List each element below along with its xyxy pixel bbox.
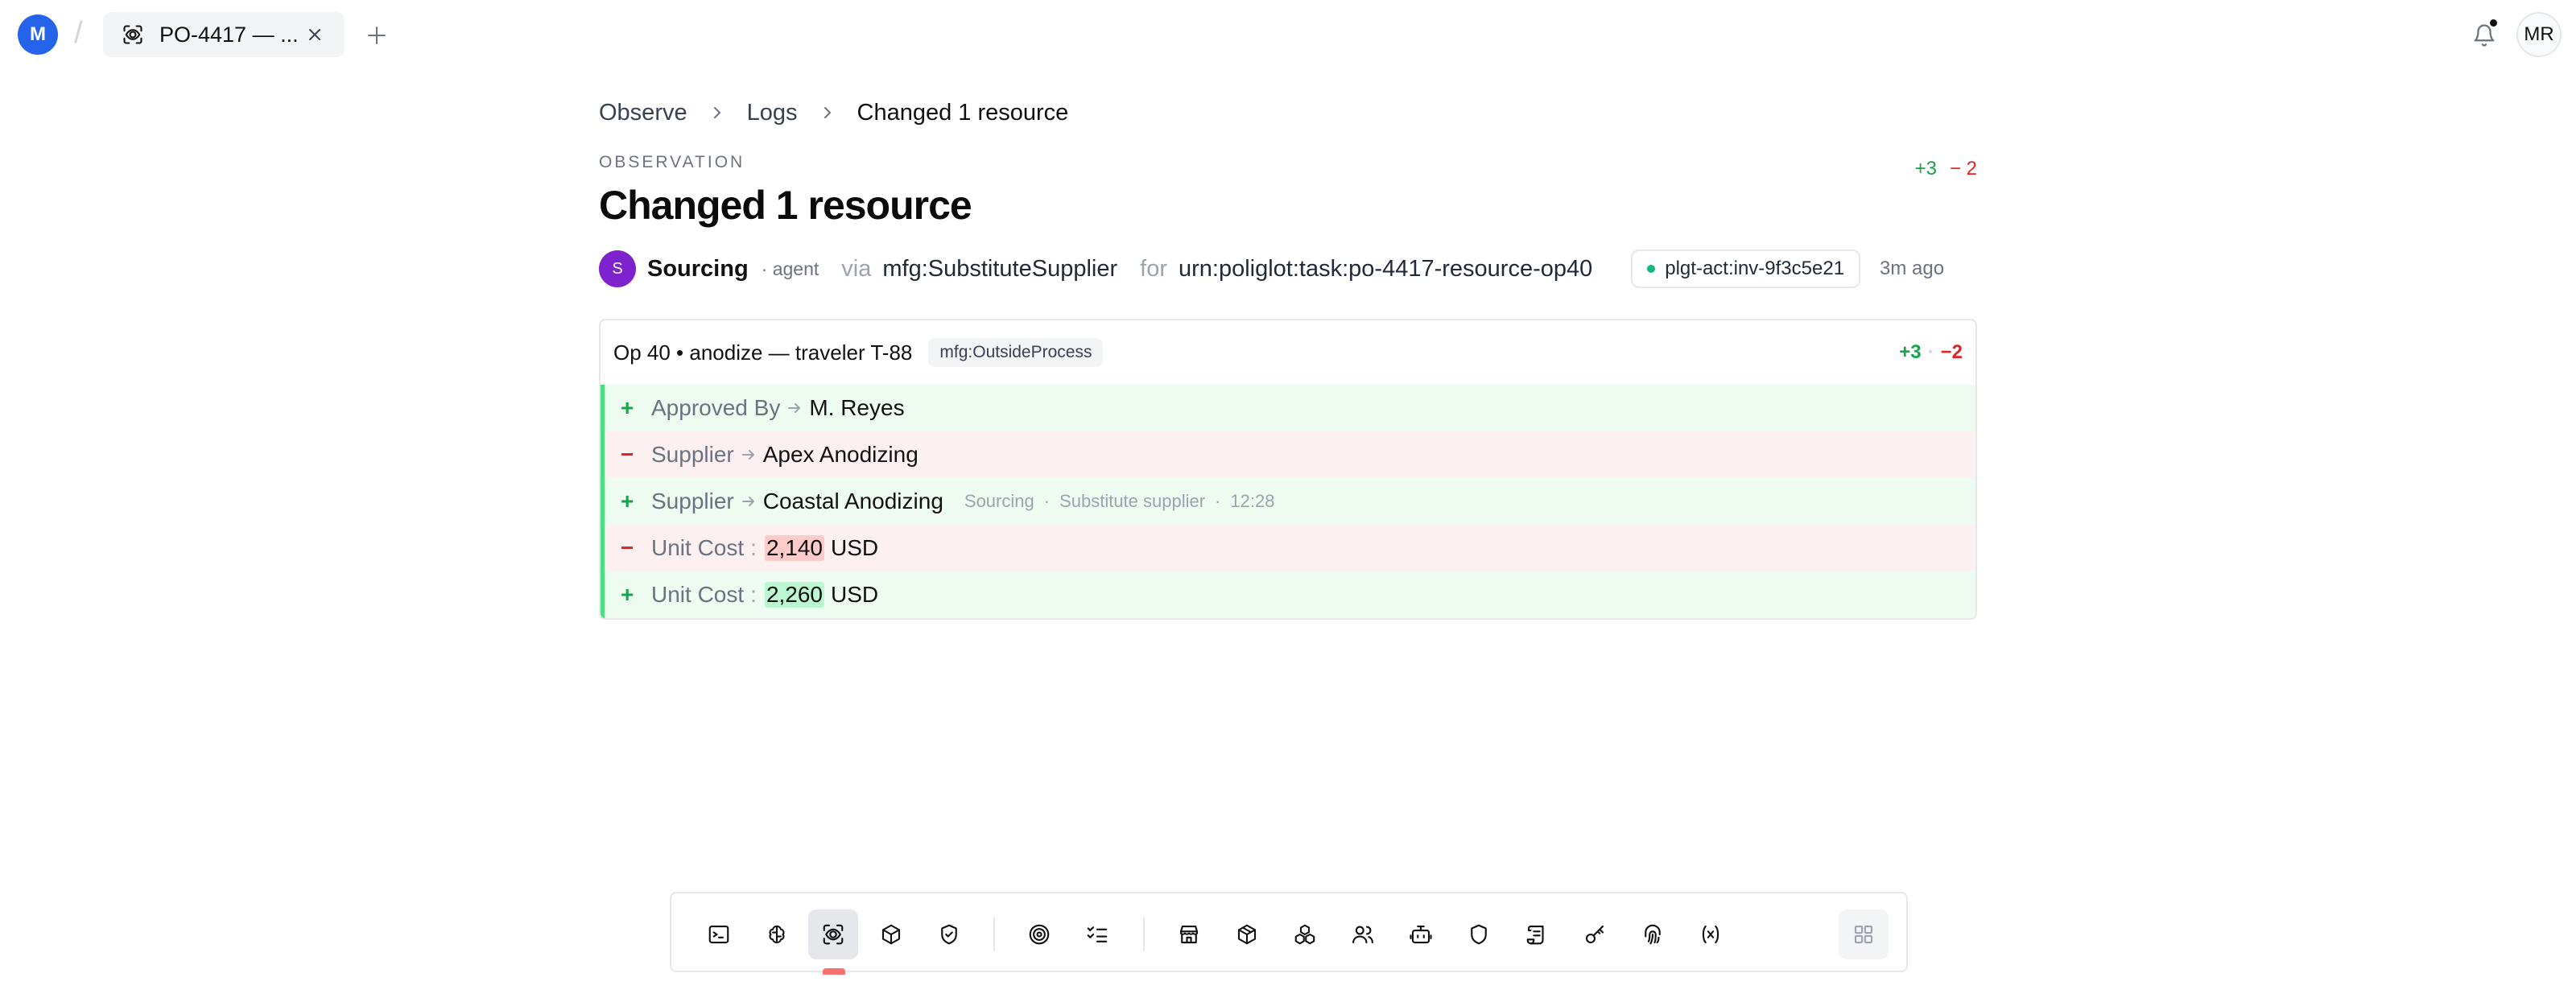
resource-removed: −2 (1940, 341, 1963, 363)
observation-label: OBSERVATION (599, 153, 745, 171)
cube-icon[interactable] (866, 909, 916, 959)
diff-summary: +3 − 2 (1915, 158, 1977, 180)
timestamp: 3m ago (1880, 258, 1945, 279)
breadcrumb-current: Changed 1 resource (857, 99, 1069, 126)
field-name: Supplier (651, 442, 734, 467)
via-value[interactable]: mfg:SubstituteSupplier (882, 256, 1117, 282)
close-icon[interactable] (303, 23, 327, 47)
agent-name[interactable]: Sourcing (647, 256, 749, 282)
scroll-icon[interactable] (1512, 909, 1562, 959)
active-indicator (823, 968, 845, 975)
field-name: Approved By (651, 395, 781, 420)
grid-icon[interactable] (1839, 909, 1889, 959)
for-value[interactable]: urn:poliglot:task:po-4417-resource-op40 (1179, 256, 1592, 282)
key-icon[interactable] (1570, 909, 1620, 959)
plus-icon: + (621, 582, 634, 607)
via-label: via (841, 255, 872, 282)
field-name: Unit Cost (651, 582, 745, 607)
breadcrumb-logs[interactable]: Logs (747, 100, 798, 126)
field-value: 2,260 (764, 582, 825, 608)
resource-name: Op 40 • anodize — traveler T-88 (613, 340, 913, 365)
action-id-badge[interactable]: plgt-act:inv-9f3c5e21 (1631, 250, 1861, 288)
main-content: Observe Logs Changed 1 resource OBSERVAT… (599, 89, 1977, 620)
app-dock (670, 892, 1908, 972)
provenance: Sourcing · Substitute supplier · 12:28 (964, 491, 1275, 511)
minus-icon: − (621, 442, 634, 467)
tab-title: PO-4417 — ... (159, 22, 299, 47)
breadcrumb: Observe Logs Changed 1 resource (599, 89, 1977, 137)
change-row: − Supplier Apex Anodizing (601, 431, 1975, 478)
cubes-icon[interactable] (1280, 909, 1330, 959)
chevron-right-icon (710, 105, 724, 120)
change-row: + Supplier Coastal Anodizing Sourcing · Su… (601, 478, 1975, 525)
notifications-button[interactable] (2467, 18, 2502, 53)
removed-count: − 2 (1949, 158, 1977, 179)
plus-icon: + (621, 489, 634, 513)
arrow-right-icon (786, 400, 803, 416)
resource-added: +3 (1899, 341, 1922, 363)
observation-meta: S Sourcing · agent via mfg:SubstituteSup… (599, 250, 1977, 288)
dock-divider (1143, 918, 1145, 951)
change-row: − Unit Cost : 2,140 USD (601, 525, 1975, 571)
field-value: M. Reyes (809, 395, 905, 420)
chevron-right-icon (820, 105, 835, 120)
fingerprint-icon[interactable] (1628, 909, 1678, 959)
divider-slash: / (74, 16, 83, 50)
provenance-time: 12:28 (1230, 491, 1275, 511)
for-label: for (1140, 255, 1167, 282)
arrow-right-icon (741, 447, 757, 463)
dock-divider (993, 918, 995, 951)
package-icon[interactable] (1222, 909, 1272, 959)
observe-icon[interactable] (808, 909, 858, 959)
breadcrumb-observe[interactable]: Observe (599, 100, 687, 126)
target-icon[interactable] (1014, 909, 1064, 959)
resource-diff-count: +3 · −2 (1899, 341, 1963, 364)
agent-role: · agent (761, 258, 819, 279)
observe-icon (121, 23, 145, 47)
separator-dot: · (1927, 341, 1934, 363)
plus-icon: + (621, 395, 634, 420)
notification-dot (2490, 19, 2497, 27)
field-value: Apex Anodizing (762, 442, 919, 467)
status-dot (1647, 265, 1656, 273)
terminal-icon[interactable] (694, 909, 744, 959)
change-row: + Approved By M. Reyes (601, 385, 1975, 431)
user-avatar[interactable]: MR (2516, 12, 2562, 57)
minus-icon: − (621, 535, 634, 560)
provenance-action[interactable]: Substitute supplier (1059, 491, 1205, 511)
arrow-right-icon (741, 493, 757, 509)
workspace-avatar[interactable]: M (18, 14, 58, 55)
bell-icon (2474, 24, 2495, 47)
resource-card: Op 40 • anodize — traveler T-88 mfg:Outs… (599, 319, 1977, 620)
field-name: Unit Cost (651, 535, 745, 560)
new-tab-button[interactable] (361, 19, 393, 52)
field-value: 2,140 (764, 535, 825, 561)
checklist-icon[interactable] (1072, 909, 1122, 959)
shield-icon[interactable] (1454, 909, 1504, 959)
resource-header[interactable]: Op 40 • anodize — traveler T-88 mfg:Outs… (601, 320, 1975, 385)
change-row: + Unit Cost : 2,260 USD (601, 571, 1975, 618)
colon-separator: : (750, 582, 757, 607)
colon-separator: : (750, 535, 757, 560)
page-title: Changed 1 resource (599, 183, 972, 228)
action-id: plgt-act:inv-9f3c5e21 (1665, 258, 1845, 279)
brain-icon[interactable] (752, 909, 802, 959)
shield-check-icon[interactable] (924, 909, 974, 959)
added-count: +3 (1914, 158, 1937, 179)
users-icon[interactable] (1338, 909, 1388, 959)
tab-po-4417[interactable]: PO-4417 — ... (103, 12, 345, 57)
agent-avatar[interactable]: S (599, 250, 636, 287)
robot-icon[interactable] (1396, 909, 1446, 959)
top-bar: M / PO-4417 — ... MR (0, 0, 2576, 69)
unit: USD (831, 535, 879, 560)
field-value: Coastal Anodizing (762, 489, 943, 513)
store-icon[interactable] (1164, 909, 1214, 959)
unit: USD (831, 582, 879, 607)
resource-type-badge: mfg:OutsideProcess (928, 338, 1104, 367)
provenance-agent[interactable]: Sourcing (964, 491, 1034, 511)
variable-icon[interactable] (1686, 909, 1736, 959)
field-name: Supplier (651, 489, 734, 513)
